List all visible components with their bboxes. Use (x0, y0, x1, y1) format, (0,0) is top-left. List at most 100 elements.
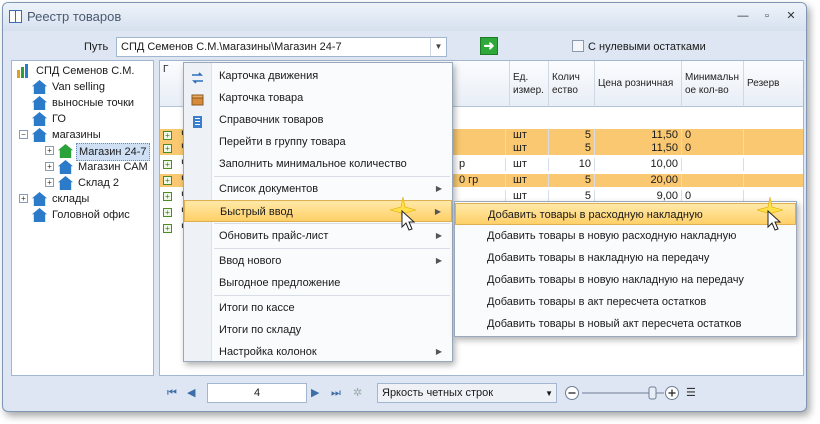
cell-qty: 10 (549, 158, 595, 171)
menu-item-label: Ввод нового (219, 255, 282, 267)
window-title: Реестр товаров (27, 9, 122, 24)
submenu-item[interactable]: Добавить товары в накладную на передачу (455, 247, 796, 269)
menu-separator (214, 248, 450, 249)
page-number-input[interactable]: 4 (207, 383, 307, 403)
expand-row-icon[interactable]: + (163, 224, 172, 233)
path-combobox[interactable]: СПД Семенов С.М.\магазины\Магазин 24-7 ▼ (116, 37, 447, 57)
tree-node-label: Склад 2 (78, 177, 120, 189)
menu-item-label: Карточка движения (219, 70, 319, 82)
refresh-icon[interactable]: ✲ (353, 386, 362, 401)
submenu-arrow-icon: ▶ (435, 184, 442, 193)
column-header-reserve[interactable]: Резерв (744, 61, 803, 107)
menu-item[interactable]: Перейти в группу товара (184, 131, 452, 153)
expand-row-icon[interactable]: + (163, 176, 172, 185)
house-icon (32, 192, 47, 206)
submenu-item[interactable]: Добавить товары в расходную накладную (455, 203, 796, 225)
menu-item[interactable]: Справочник товаров (184, 109, 452, 131)
menu-item-label: Справочник товаров (219, 114, 324, 126)
expander-icon[interactable]: + (45, 178, 54, 187)
list-settings-icon[interactable]: ☰ (686, 386, 696, 401)
submenu-arrow-icon: ▶ (435, 256, 442, 265)
expand-row-icon[interactable]: + (163, 192, 172, 201)
submenu-item[interactable]: Добавить товары в новую накладную на пер… (455, 269, 796, 291)
tree-node-label: Магазин САМ (78, 161, 148, 173)
cell-unit: шт (510, 129, 549, 142)
expander-icon[interactable]: + (45, 146, 54, 155)
column-header-qty[interactable]: Колич ество (549, 61, 595, 107)
house-icon (58, 176, 73, 190)
menu-item[interactable]: Заполнить минимальное количество (184, 153, 452, 175)
menu-item[interactable]: Итоги по кассе (184, 297, 452, 319)
column-header-unit[interactable]: Ед. измер. (510, 61, 549, 107)
menu-item[interactable]: Карточка товара (184, 87, 452, 109)
location-tree[interactable]: СПД Семенов С.М. Van selling выносные точк… (11, 60, 154, 376)
cell-extra (456, 142, 506, 155)
house-icon (32, 96, 47, 110)
house-icon (32, 128, 47, 142)
house-green-icon (58, 144, 73, 158)
cell-price: 20,00 (595, 174, 682, 187)
menu-item[interactable]: Выгодное предложение (184, 272, 452, 294)
cell-unit: шт (510, 174, 549, 187)
next-page-icon[interactable]: ▶ (311, 386, 319, 401)
tree-node-label: Van selling (52, 81, 105, 93)
path-value: СПД Семенов С.М.\магазины\Магазин 24-7 (121, 41, 342, 53)
menu-item[interactable]: Ввод нового ▶ (184, 250, 452, 272)
menu-item-label: Обновить прайс-лист (219, 230, 329, 242)
zero-stock-label: С нулевыми остатками (588, 41, 706, 53)
cell-qty: 5 (549, 174, 595, 187)
menu-separator (214, 295, 450, 296)
menu-item-label: Перейти в группу товара (219, 136, 346, 148)
row-brightness-combobox[interactable]: Яркость четных строк ▼ (377, 383, 557, 403)
cell-price: 11,50 (595, 129, 682, 142)
cell-min (682, 158, 744, 171)
menu-item[interactable]: Итоги по складу (184, 319, 452, 341)
column-header-min[interactable]: Минимальн ое кол-во (682, 61, 744, 107)
submenu-arrow-icon: ▶ (434, 207, 441, 216)
first-page-icon[interactable]: ⏮ (167, 386, 177, 401)
cell-price: 11,50 (595, 142, 682, 155)
cell-unit: шт (510, 142, 549, 155)
go-arrow-button[interactable]: ➜ (480, 37, 498, 55)
close-button[interactable]: ✕ (784, 9, 798, 23)
tree-node-label: ГО (52, 113, 66, 125)
submenu-item-label: Добавить товары в расходную накладную (488, 209, 703, 221)
submenu-item-label: Добавить товары в новый акт пересчета ос… (487, 318, 742, 330)
menu-separator (214, 176, 450, 177)
chevron-down-icon[interactable]: ▼ (430, 38, 446, 56)
house-icon (32, 80, 47, 94)
menu-item-label: Список документов (219, 183, 319, 195)
column-header-price[interactable]: Цена розничная (595, 61, 682, 107)
menu-item[interactable]: Карточка движения (184, 65, 452, 87)
submenu-item-label: Добавить товары в новую расходную наклад… (487, 230, 737, 242)
path-label: Путь (84, 41, 109, 53)
expander-icon[interactable]: + (45, 162, 54, 171)
submenu-item[interactable]: Добавить товары в новую расходную наклад… (455, 225, 796, 247)
submenu-item[interactable]: Добавить товары в акт пересчета остатков (455, 291, 796, 313)
expander-icon[interactable]: + (19, 194, 28, 203)
menu-item-label: Выгодное предложение (219, 277, 341, 289)
expand-row-icon[interactable]: + (163, 160, 172, 169)
house-icon (32, 208, 47, 222)
book-icon (9, 10, 22, 23)
submenu-item[interactable]: Добавить товары в новый акт пересчета ос… (455, 313, 796, 335)
last-page-icon[interactable]: ⏭ (331, 386, 341, 401)
cell-extra: р (456, 158, 506, 171)
zoom-slider[interactable] (564, 384, 682, 402)
maximize-button[interactable]: ▫ (760, 9, 774, 23)
expand-row-icon[interactable]: + (163, 144, 172, 153)
cell-unit: шт (510, 158, 549, 171)
prev-page-icon[interactable]: ◀ (187, 386, 195, 401)
zero-stock-checkbox[interactable] (572, 40, 584, 52)
expand-row-icon[interactable]: + (163, 208, 172, 217)
cell-min: 0 (682, 142, 744, 155)
row-brightness-value: Яркость четных строк (382, 387, 494, 399)
expander-icon[interactable]: − (19, 130, 28, 139)
minimize-button[interactable]: — (736, 9, 750, 23)
submenu-arrow-icon: ▶ (435, 231, 442, 240)
menu-item[interactable]: Настройка колонок ▶ (184, 341, 452, 363)
expand-row-icon[interactable]: + (163, 131, 172, 140)
pager-bar: ⏮ ◀ 4 ▶ ⏭ ✲ Яркость четных строк ▼ ☰ (159, 381, 804, 407)
menu-item-label: Итоги по кассе (219, 302, 295, 314)
cell-qty: 5 (549, 129, 595, 142)
